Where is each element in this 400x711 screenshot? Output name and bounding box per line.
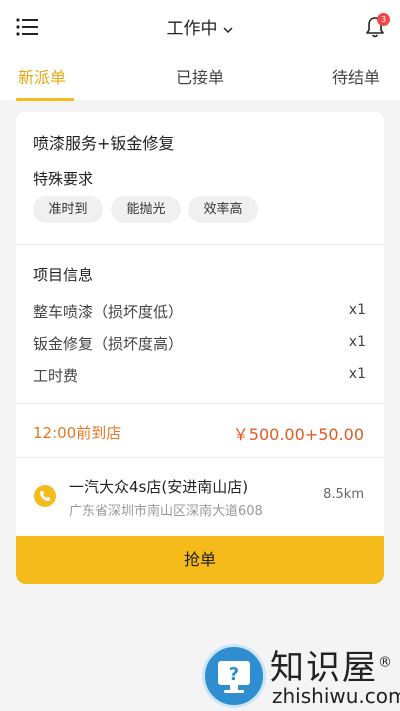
tab-new-orders[interactable]: 新派单: [18, 64, 66, 88]
status-title: 工作中: [166, 19, 218, 39]
top-bar: 工作中 3: [0, 0, 400, 52]
svg-text:?: ?: [229, 664, 239, 685]
requirements-label: 特殊要求: [33, 170, 94, 188]
shop-name: 一汽大众4s店(安进南山店): [69, 478, 249, 496]
project-info-label: 项目信息: [33, 266, 94, 284]
tag-chip: 能抛光: [111, 196, 181, 223]
notification-badge: 3: [377, 13, 390, 26]
phone-icon[interactable]: [34, 485, 56, 507]
order-price: ￥500.00+50.00: [232, 425, 364, 444]
item-name: 钣金修复（损坏度高）: [33, 335, 184, 353]
tab-pending-settlement[interactable]: 待结单: [332, 64, 380, 88]
order-title: 喷漆服务+钣金修复: [33, 134, 175, 153]
status-dropdown[interactable]: 工作中: [0, 14, 400, 39]
watermark-url: zhishiwu.com: [272, 684, 400, 708]
item-qty: x1: [348, 302, 366, 318]
tab-accepted[interactable]: 已接单: [176, 64, 224, 88]
divider: [16, 403, 384, 404]
chevron-down-icon: [222, 21, 234, 33]
item-name: 工时费: [33, 367, 79, 385]
item-qty: x1: [348, 366, 366, 382]
tag-chip: 准时到: [33, 196, 103, 223]
arrival-time: 12:00前到店: [33, 424, 122, 442]
tab-bar: 新派单 已接单 待结单: [0, 52, 400, 101]
tag-chip: 效率高: [188, 196, 258, 223]
order-card: 喷漆服务+钣金修复 特殊要求 准时到 能抛光 效率高 项目信息 整车喷漆（损坏度…: [16, 112, 384, 584]
active-tab-indicator: [16, 98, 74, 101]
item-name: 整车喷漆（损坏度低）: [33, 303, 184, 321]
shop-address: 广东省深圳市南山区深南大道608: [69, 504, 263, 519]
shop-distance: 8.5km: [323, 487, 364, 502]
divider: [16, 244, 384, 245]
item-qty: x1: [348, 334, 366, 350]
divider: [16, 457, 384, 458]
watermark-text: 知识屋®: [270, 648, 394, 688]
monitor-question-icon: ?: [202, 644, 266, 708]
watermark: ? 知识屋® zhishiwu.com: [198, 640, 400, 711]
grab-order-button[interactable]: 抢单: [16, 536, 384, 584]
